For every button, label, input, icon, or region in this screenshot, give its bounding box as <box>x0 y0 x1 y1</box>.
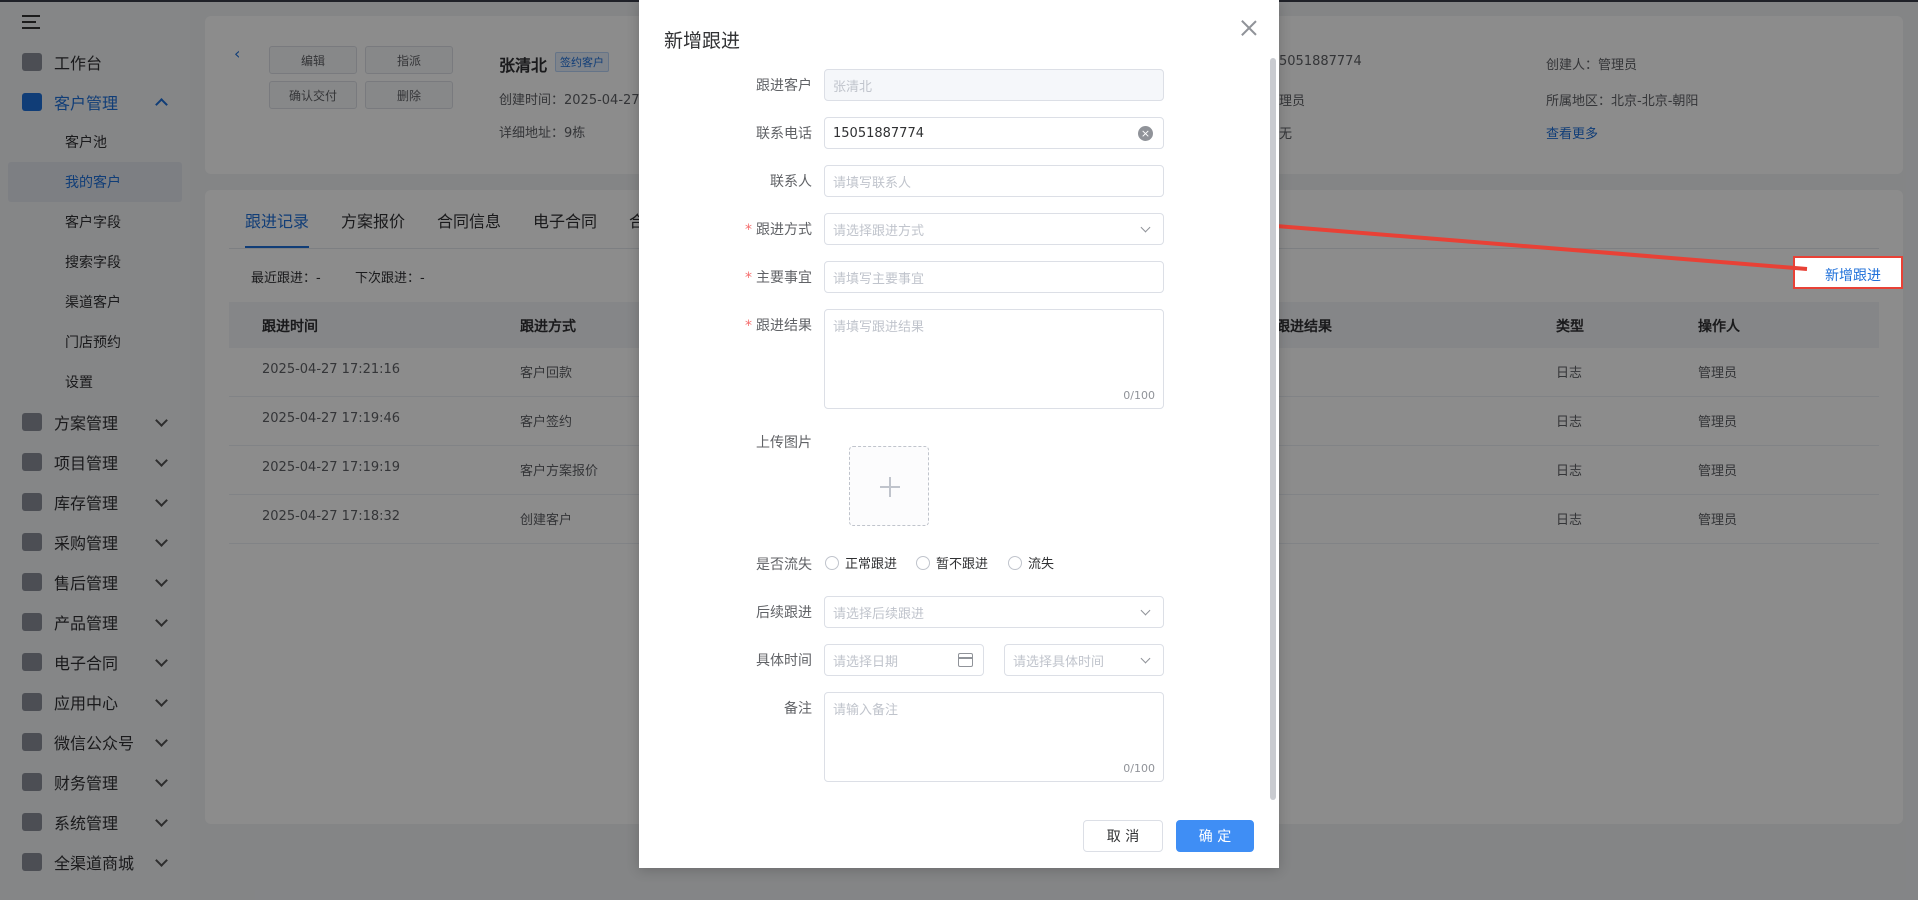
cancel-button[interactable]: 取 消 <box>1083 820 1163 852</box>
time-select[interactable]: 请选择具体时间 <box>1004 644 1164 676</box>
time-placeholder: 请选择具体时间 <box>1013 654 1105 670</box>
contact-input[interactable]: 请填写联系人 <box>824 165 1164 197</box>
date-placeholder: 请选择日期 <box>833 654 899 670</box>
radio-circle-icon <box>916 555 930 570</box>
label-contact: 联系人 <box>770 174 812 190</box>
char-counter: 0/100 <box>1123 762 1155 775</box>
date-picker[interactable]: 请选择日期 <box>824 644 984 676</box>
chevron-down-icon <box>1140 605 1151 616</box>
remark-textarea[interactable]: 请输入备注 0/100 <box>824 692 1164 782</box>
clear-icon[interactable]: × <box>1138 126 1153 141</box>
customer-field: 张清北 <box>824 69 1164 101</box>
radio-label: 暂不跟进 <box>936 557 989 572</box>
radio-normal[interactable]: 正常跟进 <box>825 553 897 572</box>
chevron-down-icon <box>1140 653 1151 664</box>
label-matter: * 主要事宜 <box>745 270 812 286</box>
radio-label: 流失 <box>1028 557 1055 572</box>
upload-plus-icon[interactable] <box>849 446 929 526</box>
label-remark: 备注 <box>784 701 812 717</box>
dialog-form: 跟进客户 张清北 联系电话 15051887774 × 联系人 请填写联系人 *… <box>639 0 1279 800</box>
result-textarea[interactable]: 请填写跟进结果 0/100 <box>824 309 1164 409</box>
next-followup-select[interactable]: 请选择后续跟进 <box>824 596 1164 628</box>
new-followup-button-highlighted[interactable]: 新增跟进 <box>1825 265 1881 285</box>
radio-circle-icon <box>1008 555 1022 570</box>
next-placeholder: 请选择后续跟进 <box>833 606 925 622</box>
new-followup-dialog: 新增跟进 跟进客户 张清北 联系电话 15051887774 × 联系人 请填写… <box>639 0 1279 868</box>
label-matter-text: 主要事宜 <box>756 270 812 286</box>
label-time: 具体时间 <box>756 653 812 669</box>
annotation-arrow <box>1233 213 1808 271</box>
radio-pause[interactable]: 暂不跟进 <box>916 553 988 572</box>
radio-label: 正常跟进 <box>845 557 898 572</box>
label-upload: 上传图片 <box>756 435 812 451</box>
calendar-icon <box>958 653 973 667</box>
remark-placeholder: 请输入备注 <box>833 703 899 718</box>
label-phone: 联系电话 <box>756 126 812 142</box>
label-next: 后续跟进 <box>756 605 812 621</box>
chevron-down-icon <box>1140 222 1151 233</box>
char-counter: 0/100 <box>1123 389 1155 402</box>
radio-lost[interactable]: 流失 <box>1008 553 1054 572</box>
label-customer: 跟进客户 <box>756 78 812 94</box>
method-select[interactable]: 请选择跟进方式 <box>824 213 1164 245</box>
confirm-button[interactable]: 确 定 <box>1176 820 1254 852</box>
method-placeholder: 请选择跟进方式 <box>833 223 925 239</box>
label-result: * 跟进结果 <box>745 318 812 334</box>
radio-circle-icon <box>825 555 839 570</box>
result-placeholder: 请填写跟进结果 <box>833 320 925 335</box>
matter-input[interactable]: 请填写主要事宜 <box>824 261 1164 293</box>
label-method-text: 跟进方式 <box>756 222 812 238</box>
label-result-text: 跟进结果 <box>756 318 812 334</box>
label-lost: 是否流失 <box>756 557 812 573</box>
label-method: * 跟进方式 <box>745 222 812 238</box>
phone-field[interactable]: 15051887774 × <box>824 117 1164 149</box>
phone-value: 15051887774 <box>833 125 924 141</box>
